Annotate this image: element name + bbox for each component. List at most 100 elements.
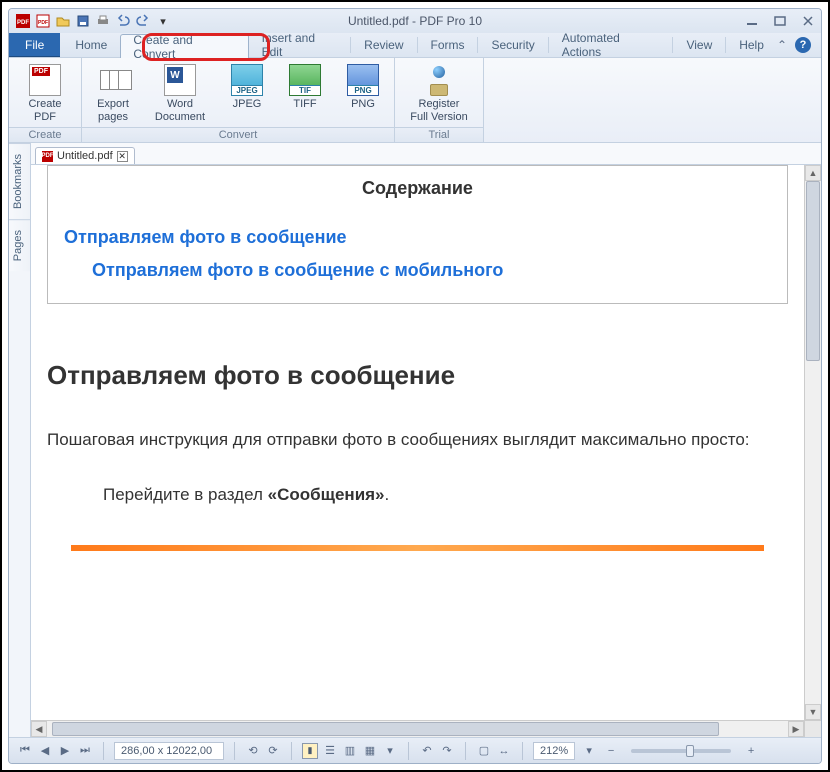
- zoom-out-icon[interactable]: −: [603, 743, 619, 759]
- horizontal-scroll-thumb[interactable]: [52, 722, 719, 736]
- scroll-right-icon[interactable]: ▶: [788, 721, 804, 737]
- tab-automated-actions[interactable]: Automated Actions: [549, 33, 673, 57]
- sidebar-tab-bookmarks[interactable]: Bookmarks: [9, 143, 30, 219]
- rotate-group: ↶ ↷: [419, 743, 455, 759]
- png-button[interactable]: PNG PNG: [340, 62, 386, 111]
- svg-text:PDF: PDF: [38, 20, 48, 26]
- qat-dropdown-icon[interactable]: ▾: [155, 13, 171, 29]
- scroll-down-icon[interactable]: ▼: [805, 704, 821, 720]
- app-icon: PDF: [15, 13, 31, 29]
- open-icon[interactable]: [55, 13, 71, 29]
- nav-back-icon[interactable]: ⟲: [245, 743, 261, 759]
- horizontal-scrollbar[interactable]: ◀ ▶: [31, 721, 804, 737]
- tab-view[interactable]: View: [673, 33, 725, 57]
- tab-home[interactable]: Home: [62, 33, 120, 57]
- minimize-button[interactable]: [745, 14, 759, 28]
- group-convert: Export pages W Word Document JPEG JPEG T…: [82, 58, 395, 142]
- scroll-up-icon[interactable]: ▲: [805, 165, 821, 181]
- rotate-left-icon[interactable]: ↶: [419, 743, 435, 759]
- view-facing-icon[interactable]: ▥: [342, 743, 358, 759]
- zoom-dropdown-icon[interactable]: ▾: [581, 743, 597, 759]
- png-icon: PNG: [347, 64, 379, 96]
- paragraph-1: Пошаговая инструкция для отправки фото в…: [47, 423, 788, 457]
- toc-title: Содержание: [64, 178, 771, 199]
- ribbon-tabs: File Home Create and Convert Insert and …: [9, 33, 821, 57]
- tiff-button[interactable]: TIF TIFF: [282, 62, 328, 111]
- last-page-icon[interactable]: ⏭: [77, 743, 93, 759]
- tab-create-and-convert[interactable]: Create and Convert: [120, 34, 248, 58]
- file-tab[interactable]: File: [9, 33, 60, 57]
- group-create: PDF Create PDF Create: [9, 58, 82, 142]
- scroll-left-icon[interactable]: ◀: [31, 721, 47, 737]
- fit-page-icon[interactable]: ▢: [476, 743, 492, 759]
- view-dropdown-icon[interactable]: ▾: [382, 743, 398, 759]
- toc-link-2[interactable]: Отправляем фото в сообщение с мобильного: [92, 260, 771, 281]
- tab-help[interactable]: Help: [726, 33, 777, 57]
- pdf-mini-icon: PDF: [42, 151, 53, 162]
- tab-forms[interactable]: Forms: [417, 33, 477, 57]
- window-title: Untitled.pdf - PDF Pro 10: [348, 14, 482, 28]
- save-icon[interactable]: [75, 13, 91, 29]
- view-modes: ▮ ☰ ▥ ▦ ▾: [302, 743, 398, 759]
- tab-insert-and-edit[interactable]: Insert and Edit: [249, 33, 351, 57]
- view-continuous-icon[interactable]: ☰: [322, 743, 338, 759]
- sidebar-tabs: Bookmarks Pages: [9, 143, 31, 737]
- document-viewport[interactable]: Содержание Отправляем фото в сообщение О…: [31, 165, 804, 720]
- jpeg-icon: JPEG: [231, 64, 263, 96]
- undo-icon[interactable]: [115, 13, 131, 29]
- redo-icon[interactable]: [135, 13, 151, 29]
- document-tabs: PDF Untitled.pdf ✕: [31, 143, 821, 165]
- zoom-in-icon[interactable]: +: [743, 743, 759, 759]
- new-pdf-icon[interactable]: PDF: [35, 13, 51, 29]
- zoom-slider[interactable]: [631, 749, 731, 753]
- close-button[interactable]: [801, 14, 815, 28]
- step-1: Перейдите в раздел «Сообщения».: [103, 485, 788, 505]
- close-document-icon[interactable]: ✕: [117, 151, 128, 162]
- view-facing-continuous-icon[interactable]: ▦: [362, 743, 378, 759]
- page-content: Содержание Отправляем фото в сообщение О…: [31, 165, 804, 551]
- help-icon[interactable]: ?: [795, 37, 811, 53]
- pdf-icon: PDF: [29, 64, 61, 96]
- export-pages-button[interactable]: Export pages: [90, 62, 136, 123]
- zoom-level[interactable]: 212%: [533, 742, 575, 760]
- nav-forward-icon[interactable]: ⟳: [265, 743, 281, 759]
- titlebar: PDF PDF ▾ Untitled.pdf - PDF Pro 10: [9, 9, 821, 33]
- word-document-button[interactable]: W Word Document: [148, 62, 212, 123]
- create-pdf-button[interactable]: PDF Create PDF: [17, 62, 73, 123]
- view-single-icon[interactable]: ▮: [302, 743, 318, 759]
- collapse-ribbon-icon[interactable]: ⌃: [777, 38, 787, 52]
- maximize-button[interactable]: [773, 14, 787, 28]
- prev-page-icon[interactable]: ◀: [37, 743, 53, 759]
- coordinates-display: 286,00 x 12022,00: [114, 742, 224, 760]
- register-icon: [423, 64, 455, 96]
- svg-text:PDF: PDF: [17, 20, 29, 26]
- print-icon[interactable]: [95, 13, 111, 29]
- page-nav: ⏮ ◀ ▶ ⏭: [17, 743, 93, 759]
- nav-back-forward: ⟲ ⟳: [245, 743, 281, 759]
- vertical-scrollbar[interactable]: ▲ ▼: [804, 165, 821, 720]
- export-pages-icon: [100, 70, 127, 90]
- register-full-version-button[interactable]: Register Full Version: [403, 62, 475, 123]
- document-tab-name: Untitled.pdf: [57, 150, 113, 162]
- toc-box: Содержание Отправляем фото в сообщение О…: [47, 165, 788, 304]
- jpeg-button[interactable]: JPEG JPEG: [224, 62, 270, 111]
- rotate-right-icon[interactable]: ↷: [439, 743, 455, 759]
- statusbar: ⏮ ◀ ▶ ⏭ 286,00 x 12022,00 ⟲ ⟳ ▮ ☰ ▥ ▦ ▾ …: [9, 737, 821, 763]
- tif-icon: TIF: [289, 64, 321, 96]
- window-controls: [745, 14, 815, 28]
- group-trial: Register Full Version Trial: [395, 58, 484, 142]
- quick-access-toolbar: PDF PDF ▾: [15, 13, 171, 29]
- orange-strip: [71, 545, 764, 551]
- tab-security[interactable]: Security: [478, 33, 547, 57]
- fit-group: ▢ ↔: [476, 743, 512, 759]
- tab-review[interactable]: Review: [351, 33, 416, 57]
- first-page-icon[interactable]: ⏮: [17, 743, 33, 759]
- fit-width-icon[interactable]: ↔: [496, 743, 512, 759]
- vertical-scroll-thumb[interactable]: [806, 181, 820, 361]
- document-area: Bookmarks Pages PDF Untitled.pdf ✕ Содер…: [9, 143, 821, 737]
- toc-link-1[interactable]: Отправляем фото в сообщение: [64, 227, 771, 248]
- next-page-icon[interactable]: ▶: [57, 743, 73, 759]
- document-tab[interactable]: PDF Untitled.pdf ✕: [35, 147, 135, 164]
- zoom-slider-knob[interactable]: [686, 745, 694, 757]
- sidebar-tab-pages[interactable]: Pages: [9, 219, 30, 271]
